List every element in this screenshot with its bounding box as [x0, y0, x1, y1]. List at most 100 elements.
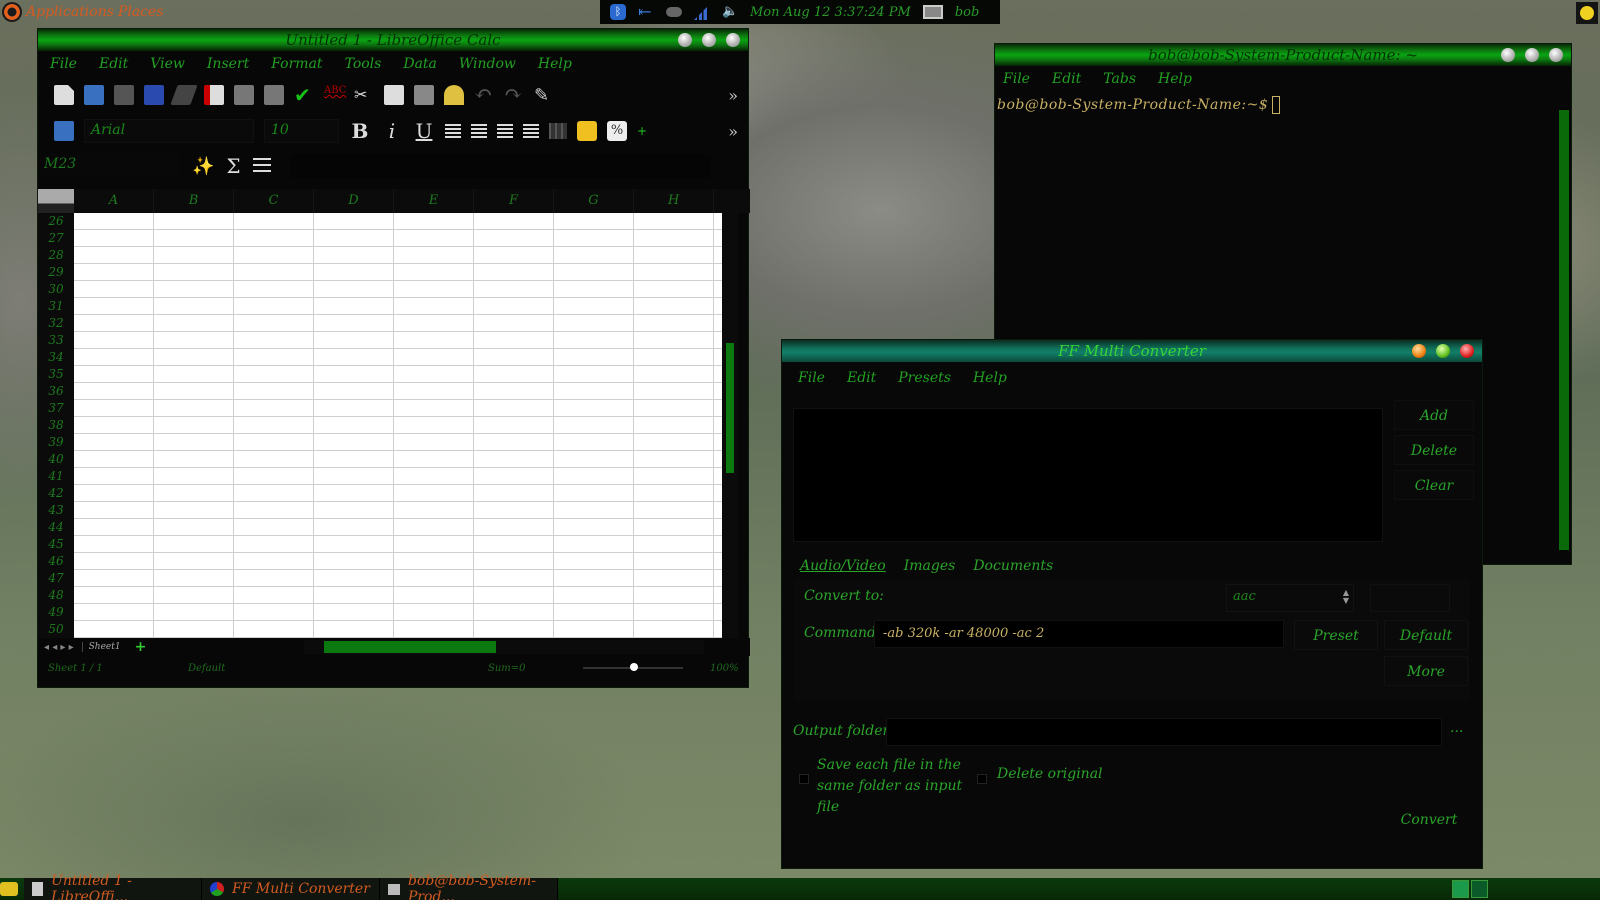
workspace-switcher[interactable]	[1452, 880, 1488, 898]
export-pdf-icon[interactable]	[204, 85, 224, 105]
convert-button[interactable]: Convert	[1387, 805, 1471, 835]
cloud-icon[interactable]	[666, 7, 682, 17]
templates-icon[interactable]	[144, 85, 164, 105]
spellcheck-icon[interactable]: ✔	[294, 85, 314, 105]
column-header[interactable]: H	[634, 189, 714, 213]
sheet-nav-icon[interactable]: ◂ ◂ ▸ ▸	[44, 642, 74, 653]
preset-button[interactable]: Preset	[1294, 620, 1378, 650]
horizontal-scroll-thumb[interactable]	[324, 641, 497, 653]
row-header[interactable]: 44	[38, 519, 74, 536]
column-header[interactable]: G	[554, 189, 634, 213]
column-header[interactable]: A	[74, 189, 154, 213]
volume-icon[interactable]: 🔈	[722, 4, 738, 20]
clone-formatting-icon[interactable]	[444, 85, 464, 105]
menu-edit[interactable]: Edit	[847, 370, 876, 386]
row-header[interactable]: 37	[38, 400, 74, 417]
clock[interactable]: Mon Aug 12 3:37:24 PM	[750, 5, 911, 20]
tab-documents[interactable]: Documents	[973, 558, 1053, 574]
extra-option-box[interactable]	[1370, 584, 1450, 612]
row-header[interactable]: 31	[38, 298, 74, 315]
name-box[interactable]: M23	[40, 154, 180, 178]
row-header[interactable]: 47	[38, 570, 74, 587]
close-button[interactable]	[726, 33, 740, 47]
menu-tabs[interactable]: Tabs	[1103, 71, 1136, 87]
cell-grid[interactable]	[74, 213, 722, 638]
menu-format[interactable]: Format	[271, 56, 322, 72]
column-header[interactable]: B	[154, 189, 234, 213]
open-icon[interactable]	[84, 85, 104, 105]
clear-button[interactable]: Clear	[1394, 470, 1474, 500]
formula-input[interactable]	[290, 154, 711, 178]
same-folder-checkbox[interactable]	[799, 774, 809, 784]
font-name-combo[interactable]: Arial	[84, 119, 254, 143]
format-select[interactable]: aac ▲ ▼	[1226, 584, 1354, 612]
add-sheet-icon[interactable]: +	[135, 639, 147, 655]
merge-cells-icon[interactable]	[549, 123, 567, 139]
terminal-scrollbar[interactable]	[1559, 110, 1569, 550]
bold-button[interactable]: B	[349, 119, 371, 143]
formula-icon[interactable]	[252, 158, 271, 174]
menu-help[interactable]: Help	[538, 56, 572, 72]
workspace-1[interactable]	[1452, 880, 1469, 898]
row-header[interactable]: 27	[38, 230, 74, 247]
tab-images[interactable]: Images	[904, 558, 956, 574]
show-desktop-icon[interactable]	[0, 882, 18, 896]
print-preview-icon[interactable]	[264, 85, 284, 105]
menu-help[interactable]: Help	[1158, 71, 1192, 87]
currency-format-icon[interactable]	[577, 121, 597, 141]
row-header[interactable]: 29	[38, 264, 74, 281]
close-button[interactable]	[1460, 344, 1474, 358]
sum-icon[interactable]: Σ	[226, 154, 240, 178]
skip-back-icon[interactable]: ⇤	[638, 4, 654, 20]
column-header[interactable]: E	[394, 189, 474, 213]
justify-icon[interactable]	[523, 124, 539, 138]
vertical-scrollbar[interactable]	[722, 213, 738, 638]
row-header[interactable]: 40	[38, 451, 74, 468]
autospell-icon[interactable]: ABC	[324, 85, 346, 105]
percent-format-icon[interactable]: %	[607, 121, 627, 141]
add-decimal-icon[interactable]: +	[637, 124, 647, 138]
align-center-icon[interactable]	[471, 124, 487, 138]
apps-menu[interactable]: Applications Places	[0, 0, 163, 24]
terminal-titlebar[interactable]: bob@bob-System-Product-Name: ~	[995, 44, 1571, 66]
status-zoom[interactable]: 100%	[710, 663, 739, 674]
zoom-slider[interactable]	[583, 663, 683, 671]
menu-file[interactable]: File	[798, 370, 825, 386]
sheet-tab[interactable]: Sheet1	[81, 642, 127, 652]
task-calc[interactable]: Untitled 1 - LibreOffi...	[24, 873, 202, 900]
file-list[interactable]	[793, 408, 1383, 542]
calc-titlebar[interactable]: Untitled 1 - LibreOffice Calc	[38, 29, 748, 51]
align-right-icon[interactable]	[497, 124, 513, 138]
menu-edit[interactable]: Edit	[99, 56, 128, 72]
function-wizard-icon[interactable]: ✨	[192, 156, 214, 177]
vertical-scroll-thumb[interactable]	[726, 343, 734, 473]
delete-button[interactable]: Delete	[1394, 435, 1474, 465]
network-signal-icon[interactable]	[694, 4, 710, 20]
row-header[interactable]: 45	[38, 536, 74, 553]
row-header[interactable]: 36	[38, 383, 74, 400]
row-header[interactable]: 34	[38, 349, 74, 366]
format-overflow-icon[interactable]: »	[728, 122, 748, 141]
menu-presets[interactable]: Presets	[898, 370, 951, 386]
align-left-icon[interactable]	[445, 124, 461, 138]
row-header[interactable]: 41	[38, 468, 74, 485]
applications-menu[interactable]: Applications	[26, 4, 114, 20]
same-folder-label[interactable]: Save each file in the same folder as inp…	[817, 755, 977, 818]
row-header[interactable]: 38	[38, 417, 74, 434]
menu-help[interactable]: Help	[973, 370, 1007, 386]
close-button[interactable]	[1549, 48, 1563, 62]
task-terminal[interactable]: bob@bob-System-Prod...	[380, 873, 558, 900]
print-direct-icon[interactable]	[234, 85, 254, 105]
column-header[interactable]: D	[314, 189, 394, 213]
menu-tools[interactable]: Tools	[345, 56, 382, 72]
menu-window[interactable]: Window	[459, 56, 516, 72]
maximize-button[interactable]	[1436, 344, 1450, 358]
menu-data[interactable]: Data	[403, 56, 437, 72]
row-header[interactable]: 32	[38, 315, 74, 332]
row-header[interactable]: 30	[38, 281, 74, 298]
command-input[interactable]: -ab 320k -ar 48000 -ac 2	[874, 620, 1284, 648]
browse-button[interactable]: ...	[1450, 720, 1463, 736]
workspace-2[interactable]	[1471, 880, 1488, 898]
styles-icon[interactable]	[54, 121, 74, 141]
menu-file[interactable]: File	[1003, 71, 1030, 87]
